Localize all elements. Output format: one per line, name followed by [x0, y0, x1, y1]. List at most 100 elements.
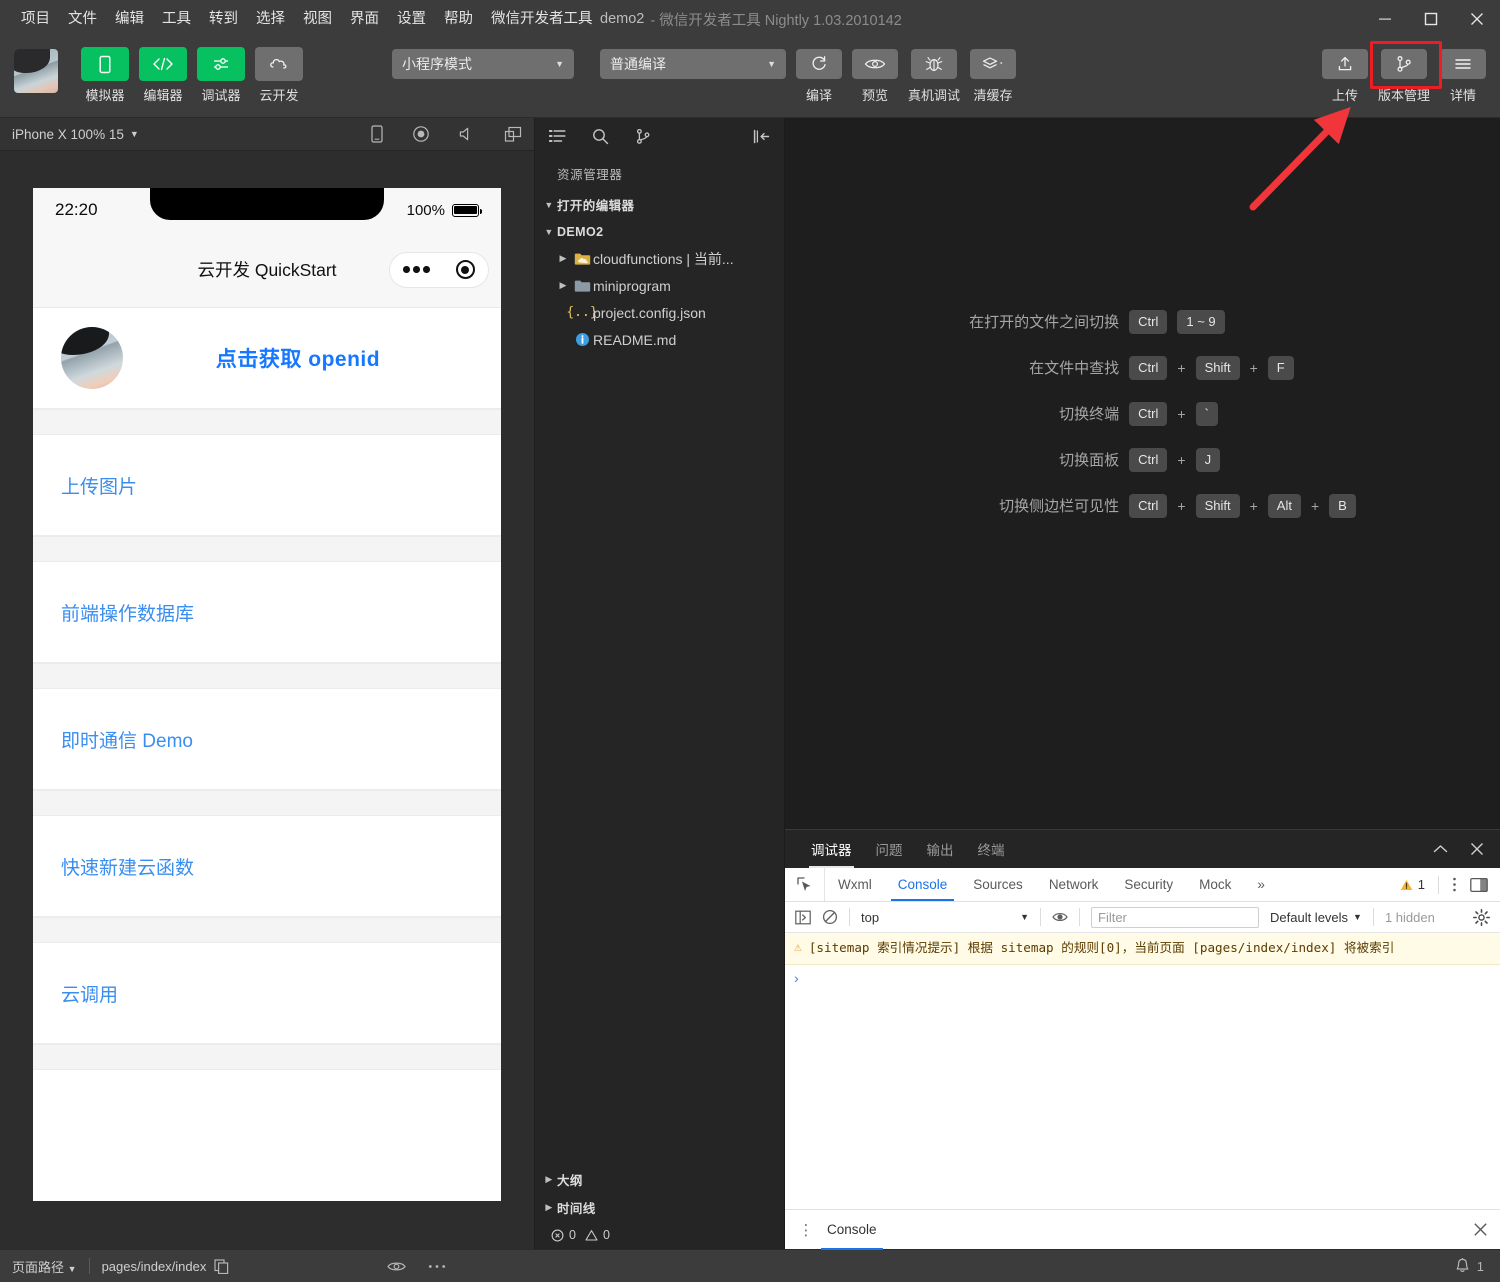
- console-context-select[interactable]: top ▼: [861, 910, 1029, 925]
- explorer-problems-status[interactable]: 0 0: [535, 1221, 784, 1249]
- menu-item-interface[interactable]: 界面: [341, 5, 388, 33]
- multi-window-icon[interactable]: [504, 126, 522, 143]
- menu-item-tools[interactable]: 工具: [153, 5, 200, 33]
- shortcut-label: 切换侧边栏可见性: [999, 498, 1120, 515]
- console-filter-input[interactable]: Filter: [1091, 906, 1259, 928]
- toolbar-action-compile[interactable]: 编译: [796, 47, 842, 104]
- toolbar-action-clearcache[interactable]: 清缓存: [970, 47, 1017, 104]
- console-levels-select[interactable]: Default levels ▼: [1270, 910, 1362, 925]
- debugger-panel-actions: [1433, 830, 1500, 868]
- mode-select[interactable]: 小程序模式 ▼: [392, 49, 574, 79]
- phone-rotate-icon[interactable]: [370, 125, 384, 143]
- copy-icon[interactable]: [214, 1258, 229, 1274]
- cell-gap: [33, 1044, 501, 1070]
- menu-item-project[interactable]: 项目: [12, 5, 59, 33]
- devtools-tab-network[interactable]: Network: [1036, 868, 1112, 901]
- compile-select[interactable]: 普通编译 ▼: [600, 49, 786, 79]
- shortcut-key: `: [1195, 401, 1218, 426]
- tab-terminal[interactable]: 终端: [966, 830, 1017, 868]
- devtools-warning-badge[interactable]: 1: [1400, 877, 1425, 892]
- toolbar-button-debugger[interactable]: 调试器: [192, 47, 250, 104]
- inspect-element-icon[interactable]: [785, 868, 825, 901]
- drawer-more-icon[interactable]: ⋮: [797, 1221, 815, 1239]
- menu-item-select[interactable]: 选择: [247, 5, 294, 33]
- list-item[interactable]: 云调用: [33, 943, 501, 1044]
- devtools-right-actions: 1: [1400, 868, 1500, 901]
- drawer-tab-console[interactable]: Console: [815, 1210, 889, 1250]
- shortcut-list: 在打开的文件之间切换 Ctrl 1 ~ 9 在文件中查找 Ctrl + Shif…: [929, 309, 1356, 518]
- menu-item-settings[interactable]: 设置: [388, 5, 435, 33]
- folder-icon: [571, 279, 593, 293]
- shortcut-joiner: +: [1249, 359, 1258, 376]
- source-control-icon[interactable]: [635, 128, 651, 145]
- collapse-icon[interactable]: [1433, 844, 1448, 855]
- maximize-icon[interactable]: [1408, 0, 1454, 38]
- devtools-more-menu-icon[interactable]: [1452, 876, 1457, 893]
- page-path-select[interactable]: 页面路径 ▼: [12, 1257, 77, 1276]
- more-icon[interactable]: [428, 1264, 446, 1269]
- tab-debugger[interactable]: 调试器: [799, 830, 864, 868]
- toolbar-action-version-control[interactable]: 版本管理: [1369, 41, 1443, 104]
- menu-item-edit[interactable]: 编辑: [106, 5, 153, 33]
- list-item[interactable]: 即时通信 Demo: [33, 689, 501, 790]
- console-warning-message[interactable]: ⚠ [sitemap 索引情况提示] 根据 sitemap 的规则[0]，当前页…: [785, 933, 1500, 965]
- project-avatar[interactable]: [14, 49, 58, 93]
- devtools-tab-security[interactable]: Security: [1111, 868, 1186, 901]
- console-input-prompt[interactable]: ›: [785, 965, 1500, 991]
- tab-output[interactable]: 输出: [915, 830, 966, 868]
- close-icon[interactable]: [1470, 842, 1484, 856]
- minimize-icon[interactable]: [1362, 0, 1408, 38]
- toolbar-action-realdevice[interactable]: 真机调试: [908, 47, 960, 104]
- tree-section-timeline[interactable]: ▶ 时间线: [535, 1193, 784, 1221]
- devtools-tab-console[interactable]: Console: [885, 868, 961, 901]
- devtools-tab-wxml[interactable]: Wxml: [825, 868, 885, 901]
- close-target-icon[interactable]: [455, 260, 475, 279]
- devtools-dock-icon[interactable]: [1470, 877, 1488, 893]
- tree-section-outline[interactable]: ▶ 大纲: [535, 1165, 784, 1193]
- toolbar-button-editor[interactable]: 编辑器: [134, 47, 192, 104]
- get-openid-label[interactable]: 点击获取 openid: [123, 343, 473, 373]
- tree-item-readme[interactable]: README.md: [535, 326, 784, 353]
- menu-item-goto[interactable]: 转到: [200, 5, 247, 33]
- close-icon[interactable]: [1454, 0, 1500, 38]
- clear-console-icon[interactable]: [822, 909, 838, 925]
- tree-item-project-config[interactable]: {..} project.config.json: [535, 299, 784, 326]
- console-sidebar-toggle-icon[interactable]: [795, 910, 811, 925]
- list-item[interactable]: 上传图片: [33, 435, 501, 536]
- drawer-close-icon[interactable]: [1473, 1222, 1488, 1237]
- devtools-tab-mock[interactable]: Mock: [1186, 868, 1244, 901]
- record-icon[interactable]: [412, 125, 430, 143]
- device-selector[interactable]: iPhone X 100% 15 ▼: [12, 127, 139, 142]
- menu-item-devtools[interactable]: 微信开发者工具: [482, 5, 602, 33]
- list-item[interactable]: 快速新建云函数: [33, 816, 501, 917]
- eye-icon[interactable]: [387, 1260, 407, 1273]
- prompt-chevron-icon: ›: [794, 970, 799, 986]
- menu-item-view[interactable]: 视图: [294, 5, 341, 33]
- devtools-tab-sources[interactable]: Sources: [960, 868, 1036, 901]
- tree-item-cloudfunctions[interactable]: ▶ cloudfunctions | 当前...: [535, 245, 784, 272]
- explorer-icon[interactable]: [549, 129, 566, 144]
- tree-item-miniprogram[interactable]: ▶ miniprogram: [535, 272, 784, 299]
- collapse-sidebar-icon[interactable]: [753, 129, 770, 144]
- list-item[interactable]: 前端操作数据库: [33, 562, 501, 663]
- devtools-more-tabs-icon[interactable]: »: [1244, 868, 1278, 901]
- userinfo-cell[interactable]: 点击获取 openid: [33, 308, 501, 409]
- console-live-expression-icon[interactable]: [1052, 910, 1068, 924]
- more-dots-icon[interactable]: [403, 266, 430, 273]
- menu-item-file[interactable]: 文件: [59, 5, 106, 33]
- toolbar-action-preview[interactable]: 预览: [852, 47, 898, 104]
- console-settings-gear-icon[interactable]: [1473, 908, 1490, 926]
- toolbar-button-simulator[interactable]: 模拟器: [76, 47, 134, 104]
- wechat-capsule[interactable]: [389, 251, 489, 288]
- tab-problems[interactable]: 问题: [864, 830, 915, 868]
- toolbar-button-clouddev[interactable]: 云开发: [250, 47, 308, 104]
- tree-section-open-editors[interactable]: ▼ 打开的编辑器: [535, 191, 784, 218]
- toolbar-action-details[interactable]: 详情: [1440, 47, 1486, 104]
- search-icon[interactable]: [592, 128, 609, 145]
- notification-bell-icon[interactable]: [1455, 1258, 1470, 1274]
- tree-section-demo2[interactable]: ▼ DEMO2: [535, 218, 784, 245]
- mute-icon[interactable]: [458, 126, 476, 142]
- toolbar-action-upload[interactable]: 上传: [1321, 47, 1368, 104]
- hamburger-icon: [1440, 49, 1486, 79]
- menu-item-help[interactable]: 帮助: [435, 5, 482, 33]
